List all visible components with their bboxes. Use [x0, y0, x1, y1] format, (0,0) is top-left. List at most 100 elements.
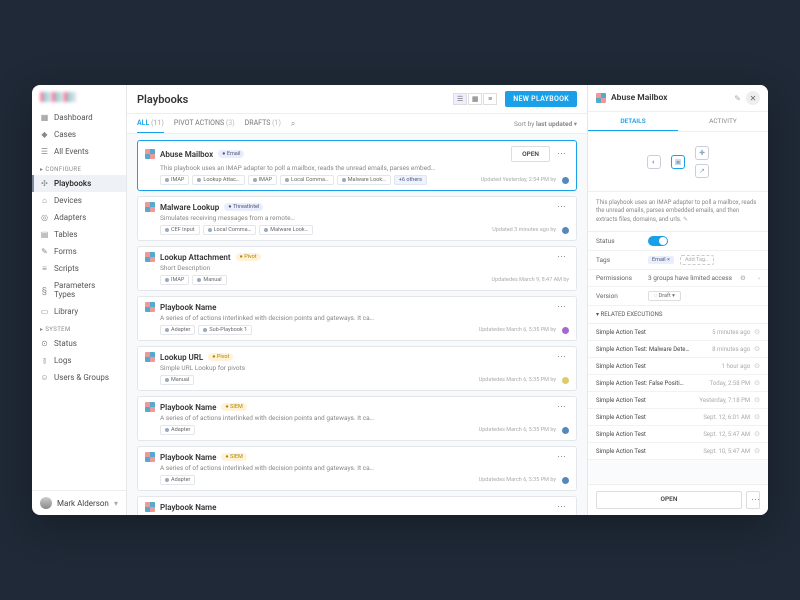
playbook-icon: [145, 452, 155, 462]
nav-label: All Events: [54, 147, 89, 156]
sidebar-item-scripts[interactable]: ≡Scripts: [32, 260, 126, 277]
main-header: Playbooks ☰ ▦ ≡ NEW PLAYBOOK: [127, 85, 587, 114]
playbook-card[interactable]: Playbook Name● SIEM⋯A series of of actio…: [137, 446, 577, 491]
tab-all[interactable]: ALL (11): [137, 114, 164, 133]
edit-icon[interactable]: ✎: [734, 94, 741, 103]
card-description: Short Description: [160, 514, 569, 515]
filter-tabs: ALL (11) PIVOT ACTIONS (3) DRAFTS (1) ⌕ So…: [127, 114, 587, 134]
badge: ● ThreatIntel: [224, 203, 263, 211]
sidebar-item-library[interactable]: ▭Library: [32, 303, 126, 320]
related-executions-header[interactable]: RELATED EXECUTIONS: [588, 306, 768, 324]
open-button[interactable]: OPEN: [596, 491, 742, 509]
sidebar-item-logs[interactable]: ⫾Logs: [32, 352, 126, 369]
sidebar-item-devices[interactable]: ⌂Devices: [32, 192, 126, 209]
more-icon[interactable]: ⋯: [555, 502, 569, 512]
edit-icon[interactable]: ✎: [683, 216, 688, 223]
execution-row[interactable]: Simple Action Test: Malware Dete…8 minut…: [588, 341, 768, 358]
sidebar-item-playbooks[interactable]: ✣Playbooks: [32, 175, 126, 192]
chip-more[interactable]: +6 others: [394, 175, 427, 185]
playbook-card[interactable]: Playbook Name● SIEM⋯A series of of actio…: [137, 396, 577, 441]
execution-row[interactable]: Simple Action TestSept. 12, 5:47 AM⊙: [588, 426, 768, 443]
page-title: Playbooks: [137, 93, 453, 106]
sidebar-item-adapters[interactable]: ◎Adapters: [32, 209, 126, 226]
author-avatar: [562, 227, 569, 234]
playbook-card[interactable]: Playbook Name⋯A series of of actions int…: [137, 296, 577, 341]
updated-text: Updated 3 minutes ago by: [492, 227, 556, 233]
add-tag-button[interactable]: Add Tag…: [680, 255, 714, 265]
sidebar-item-status[interactable]: ⊙Status: [32, 335, 126, 352]
version-select[interactable]: ◌ Draft ▾: [648, 291, 681, 301]
execution-row[interactable]: Simple Action Test5 minutes ago⊙: [588, 324, 768, 341]
view-compact-icon[interactable]: ≡: [483, 93, 497, 105]
execution-row[interactable]: Simple Action TestSept. 10, 5:47 AM⊙: [588, 443, 768, 460]
playbook-card[interactable]: Malware Lookup● ThreatIntel⋯Simulates re…: [137, 196, 577, 241]
nav-label: Logs: [54, 356, 72, 365]
more-icon[interactable]: ⋯: [555, 302, 569, 312]
card-description: This playbook uses an IMAP adapter to po…: [160, 164, 569, 172]
close-icon[interactable]: ✕: [746, 91, 760, 105]
status-toggle[interactable]: [648, 236, 668, 246]
chip: Local Comma…: [203, 225, 257, 235]
author-avatar: [562, 427, 569, 434]
nav-icon: §: [40, 286, 49, 295]
card-title: Playbook Name: [160, 453, 216, 462]
tag-chip[interactable]: Email ×: [648, 256, 674, 264]
author-avatar: [562, 477, 569, 484]
more-icon[interactable]: ⋯: [555, 402, 569, 412]
tab-pivot-actions[interactable]: PIVOT ACTIONS (3): [174, 114, 235, 133]
chip: Adapter: [160, 325, 195, 335]
more-icon[interactable]: ⋯: [555, 452, 569, 462]
card-title: Playbook Name: [160, 403, 216, 412]
card-title: Malware Lookup: [160, 203, 219, 212]
new-playbook-button[interactable]: NEW PLAYBOOK: [505, 91, 577, 107]
playbook-icon: [145, 402, 155, 412]
sidebar-item-forms[interactable]: ✎Forms: [32, 243, 126, 260]
nav-section-configure: CONFIGURE: [32, 160, 126, 175]
avatar: [40, 497, 52, 509]
sort-control[interactable]: Sort by last updated ▾: [514, 120, 577, 128]
playbook-card[interactable]: Lookup URL● Pivot⋯Simple URL Lookup for …: [137, 346, 577, 391]
more-icon[interactable]: ⋯: [746, 491, 760, 509]
chip: CEF Input: [160, 225, 200, 235]
sidebar-item-dashboard[interactable]: ▦Dashboard: [32, 109, 126, 126]
search-icon[interactable]: ⌕: [291, 119, 295, 129]
playbook-card[interactable]: Lookup Attachment● Pivot⋯Short Descripti…: [137, 246, 577, 291]
app-window: ▦Dashboard◆Cases☰All Events CONFIGURE ✣P…: [32, 85, 768, 515]
more-icon[interactable]: ⋯: [555, 149, 569, 159]
sidebar-item-users-groups[interactable]: ☺Users & Groups: [32, 369, 126, 386]
execution-row[interactable]: Simple Action TestSept. 12, 6:01 AM⊙: [588, 409, 768, 426]
playbook-card[interactable]: Playbook Name⋯Short Description: [137, 496, 577, 515]
execution-time: Sept. 12, 5:47 AM: [703, 431, 750, 438]
chevron-right-icon[interactable]: ›: [758, 274, 760, 282]
updated-text: Updatedes March 6, 5:35 PM by: [479, 477, 556, 483]
chip: Manual: [160, 375, 194, 385]
more-icon[interactable]: ⋯: [555, 202, 569, 212]
chip: IMAP: [160, 175, 189, 185]
execution-name: Simple Action Test: False Positi…: [596, 380, 710, 387]
sidebar-item-parameters-types[interactable]: §Parameters Types: [32, 277, 126, 303]
chip: Malware Look…: [337, 175, 391, 185]
sidebar-item-cases[interactable]: ◆Cases: [32, 126, 126, 143]
execution-row[interactable]: Simple Action TestYesterday, 7:18 PM⊙: [588, 392, 768, 409]
execution-row[interactable]: Simple Action Test1 hour ago⊙: [588, 358, 768, 375]
execution-row[interactable]: Simple Action Test: False Positi…Today, …: [588, 375, 768, 392]
tab-drafts[interactable]: DRAFTS (1): [245, 114, 281, 133]
updated-text: Updatedes March 6, 5:35 PM by: [479, 327, 556, 333]
playbook-icon: [596, 93, 606, 103]
gear-icon[interactable]: ⚙: [740, 274, 746, 282]
playbook-list[interactable]: Abuse Mailbox● EmailOPEN⋯This playbook u…: [127, 134, 587, 515]
tab-details[interactable]: DETAILS: [588, 112, 678, 131]
playbook-card[interactable]: Abuse Mailbox● EmailOPEN⋯This playbook u…: [137, 140, 577, 191]
sidebar-item-tables[interactable]: ▤Tables: [32, 226, 126, 243]
view-list-icon[interactable]: ☰: [453, 93, 467, 105]
more-icon[interactable]: ⋯: [555, 252, 569, 262]
tab-activity[interactable]: ACTIVITY: [678, 112, 768, 131]
nav-label: Scripts: [54, 264, 79, 273]
sidebar-item-all-events[interactable]: ☰All Events: [32, 143, 126, 160]
open-button[interactable]: OPEN: [511, 146, 550, 162]
current-user[interactable]: Mark Alderson ▾: [32, 490, 126, 515]
more-icon[interactable]: ⋯: [555, 352, 569, 362]
field-tags-label: Tags: [596, 256, 642, 264]
view-grid-icon[interactable]: ▦: [468, 93, 482, 105]
panel-tabs: DETAILS ACTIVITY: [588, 112, 768, 132]
